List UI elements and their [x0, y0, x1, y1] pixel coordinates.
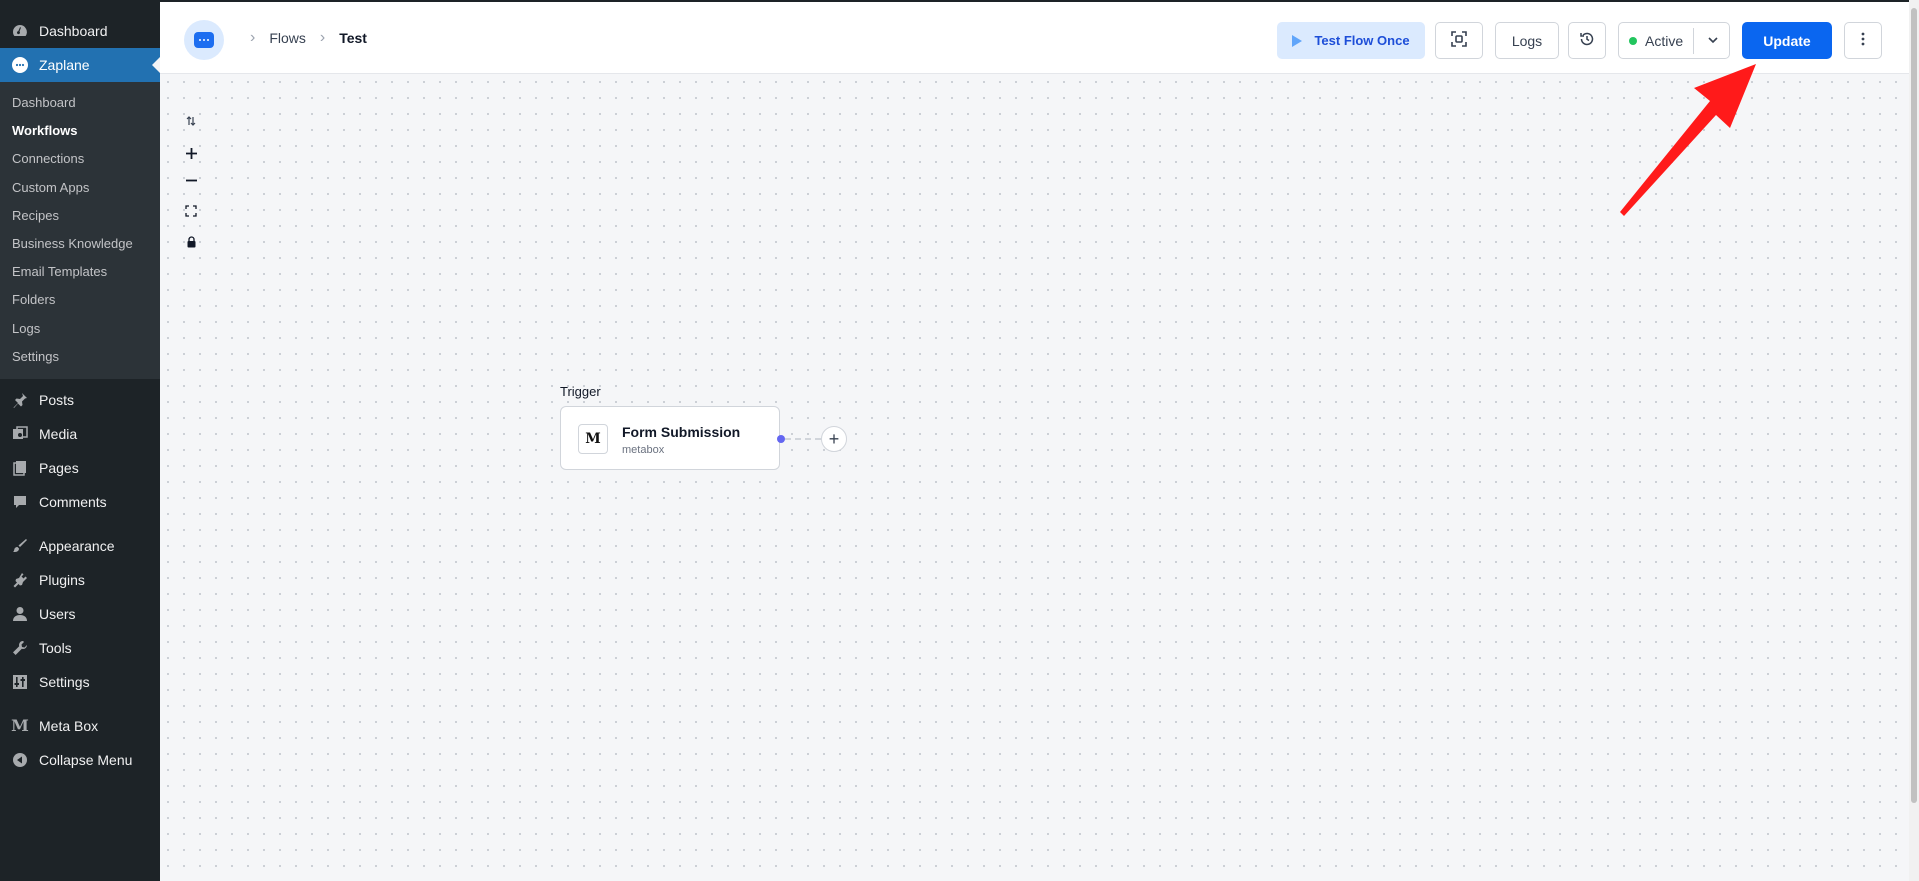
menu-tools[interactable]: Tools — [0, 631, 160, 665]
menu-comments[interactable]: Comments — [0, 485, 160, 519]
breadcrumb: › Flows › Test — [236, 29, 367, 47]
flow-editor: › Flows › Test Test Flow Once Logs Activ… — [160, 0, 1909, 881]
wrench-icon — [10, 638, 30, 658]
comment-icon — [10, 492, 30, 512]
submenu-custom-apps[interactable]: Custom Apps — [0, 174, 160, 202]
swap-direction-icon[interactable] — [180, 110, 202, 132]
status-select[interactable]: Active — [1618, 22, 1730, 59]
zoom-out-icon[interactable] — [180, 169, 202, 191]
menu-label: Appearance — [39, 537, 115, 554]
scan-icon — [1450, 30, 1468, 51]
brush-icon — [10, 536, 30, 556]
menu-label: Meta Box — [39, 717, 99, 734]
history-icon — [1579, 31, 1595, 50]
menu-meta-box[interactable]: M Meta Box — [0, 709, 160, 743]
menu-users[interactable]: Users — [0, 597, 160, 631]
node-title: Form Submission — [622, 424, 741, 440]
breadcrumb-flows-link[interactable]: Flows — [269, 30, 306, 46]
fit-view-icon[interactable] — [180, 200, 202, 222]
status-divider — [1693, 28, 1694, 54]
menu-label: Posts — [39, 391, 75, 408]
submenu-workflows[interactable]: Workflows — [0, 117, 160, 145]
submenu-logs[interactable]: Logs — [0, 315, 160, 343]
trigger-label: Trigger — [560, 384, 601, 399]
lock-icon[interactable] — [180, 231, 202, 253]
add-step-button[interactable]: + — [821, 426, 847, 452]
metabox-app-icon: M — [578, 424, 608, 454]
test-flow-once-button[interactable]: Test Flow Once — [1277, 22, 1425, 59]
chevron-right-icon: › — [319, 29, 326, 46]
zaplane-submenu: Dashboard Workflows Connections Custom A… — [0, 82, 160, 379]
menu-settings[interactable]: Settings — [0, 665, 160, 699]
history-button[interactable] — [1568, 22, 1606, 59]
submenu-folders[interactable]: Folders — [0, 286, 160, 314]
menu-appearance[interactable]: Appearance — [0, 529, 160, 563]
node-output-handle[interactable] — [777, 435, 785, 443]
menu-posts[interactable]: Posts — [0, 383, 160, 417]
submenu-email-templates[interactable]: Email Templates — [0, 258, 160, 286]
zaplane-icon — [10, 55, 30, 75]
media-icon — [10, 424, 30, 444]
admin-sidebar: Dashboard Zaplane Dashboard Workflows Co… — [0, 0, 160, 881]
logs-button[interactable]: Logs — [1495, 22, 1559, 59]
submenu-dashboard[interactable]: Dashboard — [0, 89, 160, 117]
more-vertical-icon — [1861, 32, 1865, 49]
flow-canvas[interactable]: Trigger M Form Submission metabox + — [160, 74, 1909, 881]
trigger-node[interactable]: M Form Submission metabox — [560, 406, 780, 470]
plugin-icon — [10, 570, 30, 590]
dashboard-icon — [10, 21, 30, 41]
menu-label: Zaplane — [39, 57, 90, 73]
menu-dashboard[interactable]: Dashboard — [0, 14, 160, 48]
menu-separator — [0, 519, 160, 529]
play-icon — [1292, 34, 1303, 47]
pages-icon — [10, 458, 30, 478]
menu-label: Settings — [39, 673, 90, 690]
node-subtitle: metabox — [622, 444, 665, 456]
submenu-settings[interactable]: Settings — [0, 343, 160, 371]
chevron-down-icon[interactable] — [1703, 30, 1723, 50]
dashed-connector — [785, 438, 821, 440]
collapse-icon — [10, 750, 30, 770]
pin-icon — [10, 390, 30, 410]
menu-media[interactable]: Media — [0, 417, 160, 451]
menu-label: Comments — [39, 493, 107, 510]
menu-label: Plugins — [39, 571, 85, 588]
menu-label: Collapse Menu — [39, 751, 133, 768]
status-dot — [1629, 36, 1637, 45]
metabox-icon: M — [11, 715, 29, 735]
menu-separator — [0, 699, 160, 709]
user-icon — [10, 604, 30, 624]
update-button[interactable]: Update — [1742, 22, 1832, 59]
test-flow-label: Test Flow Once — [1314, 33, 1410, 48]
status-label: Active — [1645, 32, 1684, 49]
zoom-in-icon[interactable] — [180, 142, 202, 164]
more-options-button[interactable] — [1844, 22, 1882, 59]
menu-label: Users — [39, 605, 76, 622]
submenu-business-knowledge[interactable]: Business Knowledge — [0, 230, 160, 258]
settings-icon — [10, 672, 30, 692]
menu-label: Media — [39, 425, 78, 442]
menu-label: Pages — [39, 459, 79, 476]
menu-label: Tools — [39, 639, 72, 656]
breadcrumb-current: Test — [339, 30, 367, 46]
app-logo-button[interactable] — [184, 20, 224, 60]
menu-zaplane[interactable]: Zaplane — [0, 48, 160, 82]
submenu-recipes[interactable]: Recipes — [0, 202, 160, 230]
menu-pages[interactable]: Pages — [0, 451, 160, 485]
editor-header: › Flows › Test Test Flow Once Logs Activ… — [160, 0, 1909, 74]
menu-plugins[interactable]: Plugins — [0, 563, 160, 597]
page-scrollbar-thumb[interactable] — [1911, 8, 1917, 803]
screenshot-button[interactable] — [1435, 22, 1483, 59]
submenu-connections[interactable]: Connections — [0, 145, 160, 173]
chevron-right-icon: › — [250, 29, 256, 46]
zaplane-logo-icon — [194, 32, 214, 48]
menu-label: Dashboard — [39, 23, 108, 39]
menu-collapse[interactable]: Collapse Menu — [0, 743, 160, 777]
